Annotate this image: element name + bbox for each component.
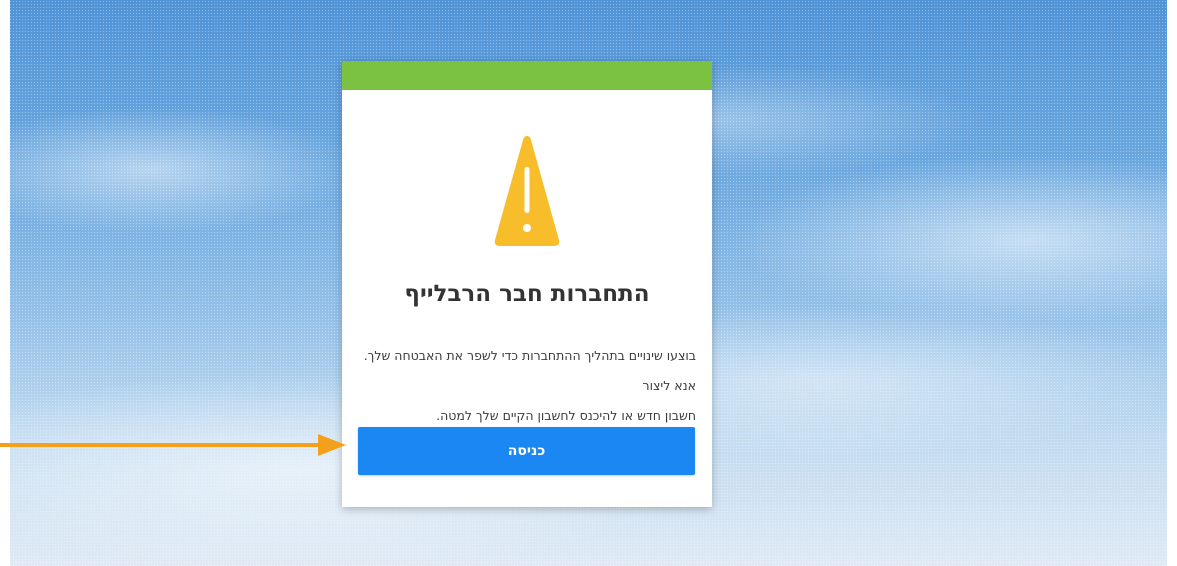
page-background: התחברות חבר הרבלייף בוצעו שינויים בתהליך… [0, 0, 1177, 566]
arrow-right-icon [0, 434, 346, 456]
dialog-message-line-1: בוצעו שינויים בתהליך ההתחברות כדי לשפר א… [363, 348, 696, 393]
left-edge [0, 0, 10, 566]
dialog-header-bar [342, 61, 712, 90]
login-button[interactable]: כניסה [358, 427, 695, 475]
login-dialog: התחברות חבר הרבלייף בוצעו שינויים בתהליך… [342, 61, 712, 507]
right-edge [1167, 0, 1177, 566]
dialog-title: התחברות חבר הרבלייף [404, 281, 650, 307]
dialog-message: בוצעו שינויים בתהליך ההתחברות כדי לשפר א… [356, 341, 696, 431]
warning-triangle-icon [494, 136, 560, 246]
dialog-message-line-2: חשבון חדש או להיכנס לחשבון הקיים שלך למט… [436, 408, 696, 423]
